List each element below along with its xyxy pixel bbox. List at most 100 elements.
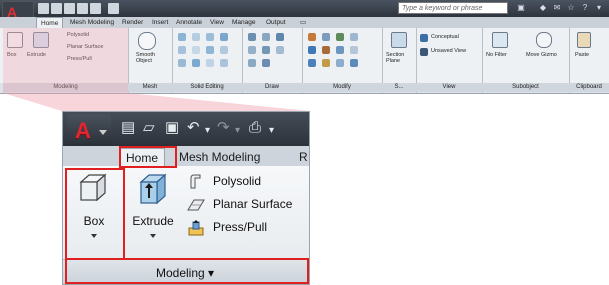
polysolid-button[interactable]: Polysolid bbox=[187, 172, 307, 192]
tab-manage[interactable]: Manage bbox=[228, 17, 260, 28]
modify-tool-icon[interactable] bbox=[336, 59, 344, 67]
tab-insert[interactable]: Insert bbox=[148, 17, 172, 28]
mesh-title-small[interactable]: Mesh bbox=[128, 83, 172, 92]
favorites-icon[interactable]: ☆ bbox=[566, 3, 576, 13]
modify-tool-icon[interactable] bbox=[308, 33, 316, 41]
new-icon[interactable]: ▤ bbox=[121, 120, 135, 136]
app-menu-arrow-icon bbox=[99, 130, 107, 135]
app-menu-icon: A bbox=[75, 118, 91, 143]
modify-tool-icon[interactable] bbox=[336, 46, 344, 54]
communication-icon[interactable]: ✉ bbox=[552, 3, 562, 13]
solid-edit-icon[interactable] bbox=[192, 33, 200, 41]
undo-dropdown-icon[interactable]: ▾ bbox=[205, 123, 210, 139]
solid-edit-icon[interactable] bbox=[220, 46, 228, 54]
tab-mesh-modeling[interactable]: Mesh Modeling bbox=[173, 148, 266, 166]
subobject-title-small[interactable]: Subobject bbox=[482, 83, 569, 92]
redo-icon[interactable]: ↷ bbox=[217, 120, 230, 136]
planar-surface-label: Planar Surface bbox=[213, 197, 293, 211]
solid-edit-icon[interactable] bbox=[178, 33, 186, 41]
callout-connector bbox=[3, 93, 310, 111]
move-gizmo-icon[interactable] bbox=[536, 32, 552, 48]
modeling-panel-highlight bbox=[3, 28, 128, 93]
ribbon-tabs: Home Mesh Modeling Render Insert Annotat… bbox=[0, 17, 609, 29]
app-menu-button[interactable]: A bbox=[67, 114, 111, 146]
solid-edit-icon[interactable] bbox=[192, 46, 200, 54]
modify-tool-icon[interactable] bbox=[322, 33, 330, 41]
modify-tool-icon[interactable] bbox=[350, 59, 358, 67]
solid-edit-icon[interactable] bbox=[192, 59, 200, 67]
search-input[interactable]: Type a keyword or phrase bbox=[398, 2, 508, 14]
modify-tool-icon[interactable] bbox=[322, 46, 330, 54]
zoomed-tabs: Home Mesh Modeling R bbox=[63, 146, 309, 167]
draw-tool-icon[interactable] bbox=[262, 46, 270, 54]
draw-tool-icon[interactable] bbox=[262, 59, 270, 67]
save-icon[interactable] bbox=[64, 3, 75, 14]
subscription-icon[interactable]: ◆ bbox=[538, 3, 548, 13]
modify-tool-icon[interactable] bbox=[322, 59, 330, 67]
solid-edit-icon[interactable] bbox=[178, 46, 186, 54]
solid-edit-icon[interactable] bbox=[206, 59, 214, 67]
solid-editing-title-small[interactable]: Solid Editing bbox=[172, 83, 242, 92]
redo-dropdown-icon[interactable]: ▾ bbox=[235, 123, 240, 139]
new-icon[interactable] bbox=[38, 3, 49, 14]
tab-view[interactable]: View bbox=[206, 17, 228, 28]
open-icon[interactable]: ▱ bbox=[143, 120, 155, 136]
help-icon[interactable]: ? bbox=[580, 3, 590, 13]
print-dropdown-icon[interactable]: ▾ bbox=[269, 123, 274, 139]
draw-tool-icon[interactable] bbox=[262, 33, 270, 41]
extrude-button[interactable]: Extrude bbox=[125, 168, 181, 256]
undo-icon[interactable] bbox=[77, 3, 88, 14]
print-icon[interactable]: ⎙ bbox=[249, 120, 261, 136]
redo-icon[interactable] bbox=[90, 3, 101, 14]
box-button-highlight bbox=[65, 168, 125, 260]
modeling-title-highlight bbox=[65, 258, 309, 284]
save-icon[interactable]: ▣ bbox=[165, 120, 179, 136]
draw-title-small[interactable]: Draw bbox=[242, 83, 302, 92]
modify-tool-icon[interactable] bbox=[308, 46, 316, 54]
solid-edit-icon[interactable] bbox=[206, 46, 214, 54]
solid-edit-icon[interactable] bbox=[178, 59, 186, 67]
draw-tool-icon[interactable] bbox=[276, 33, 284, 41]
saved-view-dropdown[interactable]: Unsaved View bbox=[431, 48, 466, 54]
presspull-button[interactable]: Press/Pull bbox=[187, 218, 307, 238]
extrude-icon bbox=[139, 173, 167, 205]
draw-tool-icon[interactable] bbox=[248, 59, 256, 67]
binoculars-icon[interactable]: ▣ bbox=[516, 3, 526, 13]
clipboard-title-small[interactable]: Clipboard bbox=[569, 83, 609, 92]
tab-annotate[interactable]: Annotate bbox=[172, 17, 206, 28]
draw-tool-icon[interactable] bbox=[248, 46, 256, 54]
modify-tool-icon[interactable] bbox=[350, 46, 358, 54]
undo-icon[interactable]: ↶ bbox=[187, 120, 200, 136]
modify-title-small[interactable]: Modify bbox=[302, 83, 382, 92]
modify-tool-icon[interactable] bbox=[308, 59, 316, 67]
view-title-small[interactable]: View bbox=[416, 83, 482, 92]
no-filter-icon[interactable] bbox=[492, 32, 508, 48]
planar-surface-button[interactable]: Planar Surface bbox=[187, 195, 309, 215]
print-icon[interactable] bbox=[108, 3, 119, 14]
presspull-label: Press/Pull bbox=[213, 220, 268, 234]
presspull-icon bbox=[188, 220, 204, 236]
tab-render[interactable]: Render bbox=[118, 17, 147, 28]
visual-style-icon bbox=[420, 34, 428, 42]
paste-icon[interactable] bbox=[577, 32, 591, 48]
visual-style-dropdown[interactable]: Conceptual bbox=[431, 34, 459, 40]
open-icon[interactable] bbox=[51, 3, 62, 14]
tab-mesh-modeling[interactable]: Mesh Modeling bbox=[66, 17, 118, 28]
tab-render[interactable]: R bbox=[293, 148, 309, 166]
draw-tool-icon[interactable] bbox=[248, 33, 256, 41]
draw-tool-icon[interactable] bbox=[276, 46, 284, 54]
modify-tool-icon[interactable] bbox=[336, 33, 344, 41]
smooth-object-icon[interactable] bbox=[138, 32, 156, 50]
home-tab-highlight bbox=[119, 146, 177, 168]
help-dropdown-icon[interactable]: ▾ bbox=[594, 3, 604, 13]
solid-edit-icon[interactable] bbox=[206, 33, 214, 41]
extrude-dropdown-icon[interactable] bbox=[150, 234, 156, 238]
section-plane-icon[interactable] bbox=[391, 32, 407, 48]
zoomed-ribbon: A ▤ ▱ ▣ ↶ ▾ ↷ ▾ ⎙ ▾ Home Mesh Modeling R… bbox=[62, 111, 310, 285]
modify-tool-icon[interactable] bbox=[350, 33, 358, 41]
solid-edit-icon[interactable] bbox=[220, 33, 228, 41]
tab-more-icon[interactable]: ▭ bbox=[296, 17, 310, 28]
solid-edit-icon[interactable] bbox=[220, 59, 228, 67]
tab-output[interactable]: Output bbox=[262, 17, 290, 28]
section-title-small[interactable]: S... bbox=[382, 83, 416, 92]
